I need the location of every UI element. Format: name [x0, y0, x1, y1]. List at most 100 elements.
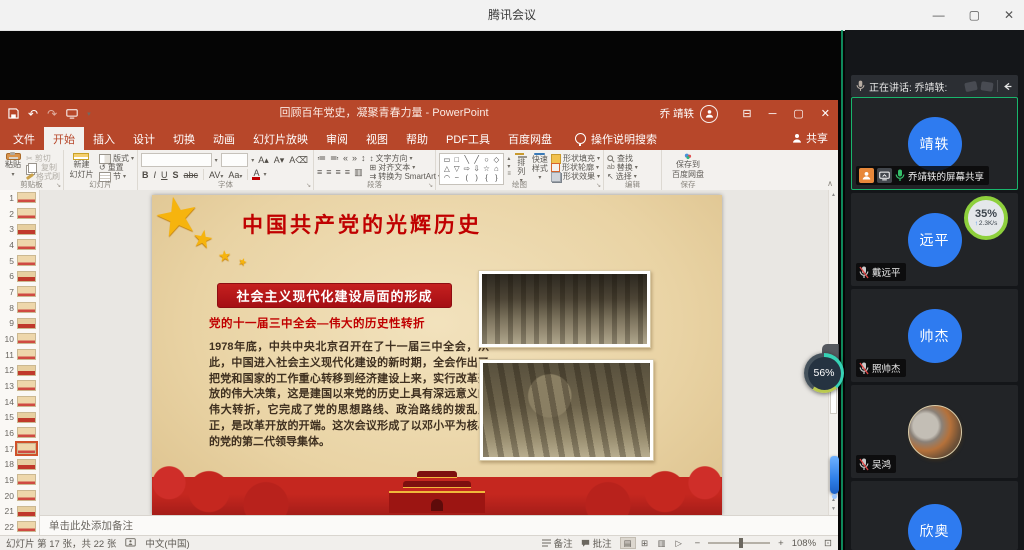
- undo-icon[interactable]: ↶: [28, 107, 38, 121]
- quick-styles-button[interactable]: 快速样式▾: [532, 153, 548, 179]
- comments-toggle[interactable]: 批注: [581, 536, 612, 550]
- font-name-combobox[interactable]: [141, 153, 212, 167]
- slide-thumbnail-image[interactable]: [17, 506, 36, 517]
- slide-thumbnail-image[interactable]: [17, 459, 36, 470]
- slide-thumbnail-3[interactable]: 3: [0, 221, 39, 237]
- slide-thumbnail-image[interactable]: [17, 443, 36, 454]
- slide-thumbnail-image[interactable]: [17, 302, 36, 313]
- line-spacing-icon[interactable]: ↕: [361, 153, 366, 164]
- zoom-level[interactable]: 108%: [792, 538, 816, 549]
- shape-glyph[interactable]: □: [455, 156, 460, 164]
- slide-thumbnail-pane[interactable]: 12345678910111213141516171819202122: [0, 190, 40, 535]
- drawing-dialog-launcher-icon[interactable]: ↘: [596, 182, 601, 189]
- zoom-slider[interactable]: [708, 542, 770, 544]
- zoom-slider-thumb[interactable]: [739, 538, 743, 548]
- reading-view-button[interactable]: ▥: [654, 537, 670, 549]
- decrease-indent-icon[interactable]: «: [343, 153, 348, 164]
- notes-toggle[interactable]: 备注: [542, 536, 573, 550]
- slide-thumbnail-14[interactable]: 14: [0, 394, 39, 410]
- slide-title[interactable]: 中国共产党的光辉历史: [242, 209, 482, 239]
- arrange-button[interactable]: 排列▾: [514, 153, 529, 179]
- character-spacing-button[interactable]: AV▾: [208, 170, 224, 180]
- shape-glyph[interactable]: △: [444, 165, 450, 173]
- slide-thumbnail-13[interactable]: 13: [0, 378, 39, 394]
- text-shadow-button[interactable]: S: [172, 170, 180, 180]
- slide-thumbnail-image[interactable]: [17, 365, 36, 376]
- slide-sorter-view-button[interactable]: ⊞: [637, 537, 653, 549]
- slide-thumbnail-17[interactable]: 17: [0, 441, 39, 457]
- new-slide-button[interactable]: 新建 幻灯片: [67, 153, 96, 179]
- accessibility-icon[interactable]: [125, 538, 136, 548]
- slide-thumbnail-4[interactable]: 4: [0, 237, 39, 253]
- ppt-minimize-button[interactable]: ─: [769, 108, 777, 120]
- paste-button[interactable]: 粘贴 ▾: [3, 153, 23, 179]
- shapes-gallery-scroll[interactable]: ▴▾≡: [507, 153, 511, 179]
- grow-font-button[interactable]: A▴: [257, 155, 270, 166]
- ribbon-tab-文件[interactable]: 文件: [4, 127, 44, 150]
- ribbon-tab-插入[interactable]: 插入: [84, 127, 124, 150]
- shrink-font-button[interactable]: A▾: [273, 155, 286, 166]
- shape-glyph[interactable]: ⇩: [473, 165, 479, 173]
- italic-button[interactable]: I: [153, 170, 158, 180]
- slide-thumbnail-21[interactable]: 21: [0, 503, 39, 519]
- account-info[interactable]: 乔 靖轶: [660, 100, 718, 127]
- slide-thumbnail-image[interactable]: [17, 474, 36, 485]
- slide-thumbnail-10[interactable]: 10: [0, 331, 39, 347]
- bold-button[interactable]: B: [141, 170, 150, 180]
- zoom-out-button[interactable]: −: [695, 538, 701, 549]
- slide-thumbnail-image[interactable]: [17, 255, 36, 266]
- ribbon-tab-动画[interactable]: 动画: [204, 127, 244, 150]
- shape-glyph[interactable]: ╱: [474, 156, 479, 164]
- video-tile-乔靖轶的屏幕共享[interactable]: 靖轶乔靖轶的屏幕共享: [851, 97, 1018, 190]
- notes-pane[interactable]: 单击此处添加备注: [40, 515, 838, 535]
- clipboard-dialog-launcher-icon[interactable]: ↘: [56, 182, 61, 189]
- align-left-icon[interactable]: ≡: [317, 167, 322, 178]
- slide-thumbnail-image[interactable]: [17, 396, 36, 407]
- save-to-baidu-button[interactable]: 保存到 百度网盘: [665, 153, 711, 179]
- slide-thumbnail-9[interactable]: 9: [0, 315, 39, 331]
- slide-thumbnail-22[interactable]: 22: [0, 519, 39, 535]
- numbering-icon[interactable]: ≕: [330, 153, 339, 164]
- slide-photo-2[interactable]: [479, 359, 654, 461]
- window-maximize-button[interactable]: ▢: [969, 8, 980, 22]
- slide-thumbnail-19[interactable]: 19: [0, 472, 39, 488]
- save-icon[interactable]: [8, 108, 19, 119]
- slide-thumbnail-8[interactable]: 8: [0, 300, 39, 316]
- font-dialog-launcher-icon[interactable]: ↘: [306, 182, 311, 189]
- video-tile-照帅杰[interactable]: 帅杰照帅杰: [851, 289, 1018, 382]
- slideshow-icon[interactable]: [66, 109, 78, 119]
- slide-thumbnail-image[interactable]: [17, 208, 36, 219]
- ppt-restore-button[interactable]: ▢: [793, 107, 803, 120]
- paragraph-dialog-launcher-icon[interactable]: ↘: [428, 182, 433, 189]
- slide-photo-1[interactable]: [478, 270, 651, 348]
- slide-thumbnail-image[interactable]: [17, 286, 36, 297]
- shape-glyph[interactable]: ○: [484, 156, 489, 164]
- slide-thumbnail-image[interactable]: [17, 239, 36, 250]
- ppt-share-button[interactable]: 共享: [792, 130, 828, 146]
- slide-thumbnail-5[interactable]: 5: [0, 253, 39, 269]
- change-case-button[interactable]: Aa▾: [227, 170, 243, 180]
- slide-thumbnail-11[interactable]: 11: [0, 347, 39, 363]
- slide-thumbnail-1[interactable]: 1: [0, 190, 39, 206]
- zoom-in-button[interactable]: +: [778, 538, 784, 549]
- slide-heading[interactable]: 党的十一届三中全会—伟大的历史性转折: [209, 315, 425, 331]
- clear-formatting-button[interactable]: A⌫: [288, 155, 309, 166]
- ribbon-tab-帮助[interactable]: 帮助: [397, 127, 437, 150]
- ribbon-display-options-icon[interactable]: ⊟: [742, 107, 751, 120]
- underline-button[interactable]: U: [160, 170, 169, 180]
- slide-thumbnail-15[interactable]: 15: [0, 409, 39, 425]
- scroll-up-icon[interactable]: ▲: [829, 192, 838, 198]
- tell-me-box[interactable]: 操作说明搜索: [575, 127, 657, 150]
- slideshow-view-button[interactable]: ▷: [671, 537, 687, 549]
- slide-thumbnail-image[interactable]: [17, 318, 36, 329]
- next-slide-icon[interactable]: ▼: [829, 506, 838, 512]
- ribbon-tab-视图[interactable]: 视图: [357, 127, 397, 150]
- normal-view-button[interactable]: ▤: [620, 537, 636, 549]
- slide-thumbnail-image[interactable]: [17, 490, 36, 501]
- video-tile-吴鸿[interactable]: 吴鸿: [851, 385, 1018, 478]
- ribbon-tab-PDF工具[interactable]: PDF工具: [437, 127, 499, 150]
- slide-thumbnail-2[interactable]: 2: [0, 206, 39, 222]
- increase-indent-icon[interactable]: »: [352, 153, 357, 164]
- align-center-icon[interactable]: ≡: [326, 167, 331, 178]
- ribbon-tab-设计[interactable]: 设计: [124, 127, 164, 150]
